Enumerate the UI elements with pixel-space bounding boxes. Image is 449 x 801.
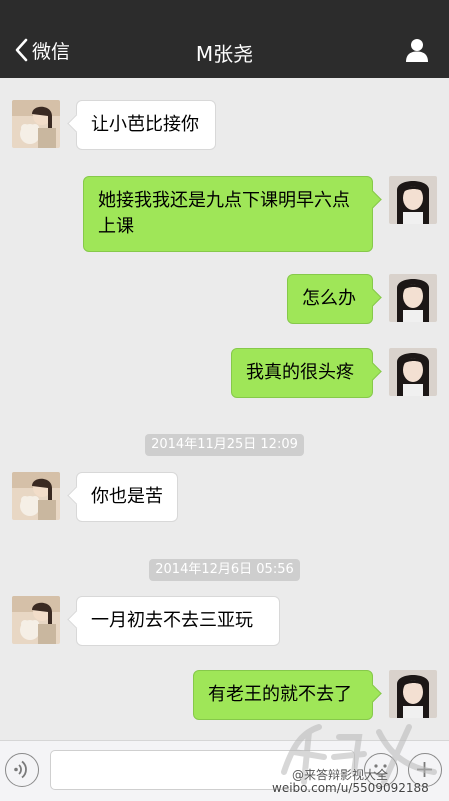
message-bubble-received[interactable]: 一月初去不去三亚玩 bbox=[76, 596, 280, 646]
message-bubble-received[interactable]: 让小芭比接你 bbox=[76, 100, 216, 150]
avatar[interactable] bbox=[12, 596, 60, 644]
avatar[interactable] bbox=[12, 100, 60, 148]
chat-area[interactable]: 让小芭比接你 她接我我还是九点下课明早六点上课 怎么办 我真的很头疼 2014年… bbox=[0, 78, 449, 740]
timestamp: 2014年12月6日 05:56 bbox=[0, 558, 449, 581]
timestamp-label: 2014年11月25日 12:09 bbox=[145, 434, 304, 456]
timestamp: 2014年11月25日 12:09 bbox=[0, 433, 449, 456]
message-bubble-received[interactable]: 你也是苦 bbox=[76, 472, 178, 522]
watermark-url: weibo.com/u/5509092188 bbox=[272, 781, 429, 795]
voice-button[interactable] bbox=[5, 753, 39, 787]
person-icon bbox=[406, 39, 428, 62]
nav-bar: 微信 M张尧 bbox=[0, 22, 449, 78]
avatar[interactable] bbox=[12, 472, 60, 520]
avatar[interactable] bbox=[389, 670, 437, 718]
profile-button[interactable] bbox=[403, 36, 431, 64]
message-bubble-sent[interactable]: 我真的很头疼 bbox=[231, 348, 373, 398]
avatar[interactable] bbox=[389, 176, 437, 224]
page-title: M张尧 bbox=[195, 42, 254, 66]
message-bubble-sent[interactable]: 她接我我还是九点下课明早六点上课 bbox=[83, 176, 373, 252]
voice-icon bbox=[14, 760, 27, 779]
avatar[interactable] bbox=[389, 274, 437, 322]
timestamp-label: 2014年12月6日 05:56 bbox=[149, 559, 300, 581]
avatar[interactable] bbox=[389, 348, 437, 396]
status-bar bbox=[0, 0, 449, 22]
message-bubble-sent[interactable]: 怎么办 bbox=[287, 274, 373, 324]
